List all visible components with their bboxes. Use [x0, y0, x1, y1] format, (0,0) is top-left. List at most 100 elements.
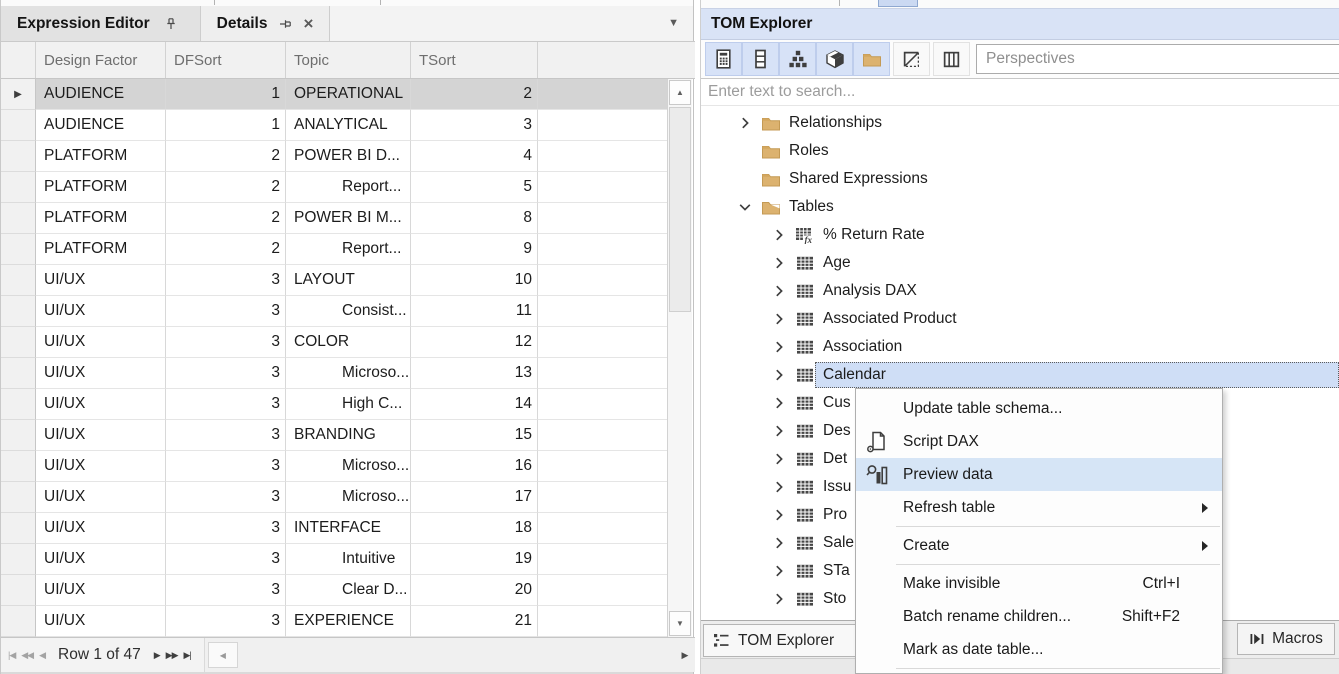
expand-chevron-icon[interactable]: [771, 311, 787, 327]
cell-tsort: 2: [411, 79, 538, 110]
table-row[interactable]: UI/UX 3 Intuitive 19: [1, 544, 667, 575]
cell-topic: POWER BI M...: [286, 203, 411, 234]
column-header-tsort[interactable]: TSort: [411, 42, 538, 78]
scroll-left-icon[interactable]: ◀: [208, 642, 238, 668]
table-row[interactable]: PLATFORM 2 Report... 9: [1, 234, 667, 265]
vertical-scrollbar[interactable]: ▲ ▼: [667, 79, 692, 637]
tab-details[interactable]: Details ×: [201, 6, 331, 41]
cell-dfsort: 3: [166, 482, 286, 513]
toolbar-button[interactable]: [893, 42, 930, 76]
scrollbar-thumb[interactable]: [669, 107, 691, 312]
menu-item[interactable]: Batch rename children... Shift+F2: [856, 600, 1222, 633]
tree-item-label: Tables: [789, 198, 840, 216]
tree-item[interactable]: Analysis DAX: [701, 277, 1339, 305]
expand-chevron-icon[interactable]: [771, 479, 787, 495]
expand-chevron-icon[interactable]: [771, 591, 787, 607]
table-row[interactable]: UI/UX 3 Microso... 16: [1, 451, 667, 482]
table-row[interactable]: UI/UX 3 Clear D... 20: [1, 575, 667, 606]
tree-item[interactable]: Shared Expressions: [701, 165, 1339, 193]
tab-expression-editor[interactable]: Expression Editor: [1, 6, 201, 41]
table-row[interactable]: UI/UX 3 BRANDING 15: [1, 420, 667, 451]
tab-macros[interactable]: Macros: [1237, 623, 1335, 655]
last-row-button[interactable]: ▶|: [181, 650, 194, 661]
column-header-design-factor[interactable]: Design Factor: [36, 42, 166, 78]
expand-chevron-icon[interactable]: [737, 115, 753, 131]
menu-item[interactable]: [896, 666, 1222, 671]
cell-topic: Report...: [286, 172, 411, 203]
expand-chevron-icon[interactable]: [771, 563, 787, 579]
expand-chevron-icon[interactable]: [737, 199, 753, 215]
scroll-up-icon[interactable]: ▲: [669, 80, 691, 105]
column-icon: [751, 49, 770, 69]
table-row[interactable]: AUDIENCE 1 ANALYTICAL 3: [1, 110, 667, 141]
horizontal-scrollbar[interactable]: ◀ ▶: [204, 638, 695, 672]
column-header-dfsort[interactable]: DFSort: [166, 42, 286, 78]
scroll-right-icon[interactable]: ▶: [677, 638, 693, 672]
toolbar-button[interactable]: [742, 42, 779, 76]
menu-item-shortcut: Ctrl+I: [1143, 575, 1180, 593]
expand-chevron-icon[interactable]: [771, 367, 787, 383]
expand-chevron-icon[interactable]: [771, 283, 787, 299]
close-icon[interactable]: ×: [304, 15, 314, 32]
tree-item[interactable]: Roles: [701, 137, 1339, 165]
search-input[interactable]: [701, 79, 1339, 105]
toolbar-button[interactable]: [779, 42, 816, 76]
table-row[interactable]: UI/UX 3 Consist... 11: [1, 296, 667, 327]
table-row[interactable]: UI/UX 3 INTERFACE 18: [1, 513, 667, 544]
toolbar-button[interactable]: [816, 42, 853, 76]
table-row[interactable]: PLATFORM 2 POWER BI M... 8: [1, 203, 667, 234]
expand-chevron-icon[interactable]: [771, 451, 787, 467]
prev-row-button[interactable]: ◀: [36, 650, 48, 661]
tree-item[interactable]: Relationships: [701, 109, 1339, 137]
expand-chevron-icon[interactable]: [771, 339, 787, 355]
table-row[interactable]: UI/UX 3 LAYOUT 10: [1, 265, 667, 296]
tree-item[interactable]: fx % Return Rate: [701, 221, 1339, 249]
expand-chevron-icon[interactable]: [737, 171, 753, 187]
tree-item[interactable]: Tables: [701, 193, 1339, 221]
tree-search-box[interactable]: [701, 78, 1339, 106]
tree-item[interactable]: Calendar: [701, 361, 1339, 389]
table-row[interactable]: UI/UX 3 COLOR 12: [1, 327, 667, 358]
column-header-topic[interactable]: Topic: [286, 42, 411, 78]
table-row[interactable]: UI/UX 3 Microso... 13: [1, 358, 667, 389]
menu-item[interactable]: Preview data: [856, 458, 1222, 491]
expand-chevron-icon[interactable]: [771, 535, 787, 551]
tree-item[interactable]: Age: [701, 249, 1339, 277]
tree-item[interactable]: Association: [701, 333, 1339, 361]
table-row[interactable]: UI/UX 3 Microso... 17: [1, 482, 667, 513]
tree-item[interactable]: Associated Product: [701, 305, 1339, 333]
tab-list-dropdown-icon[interactable]: ▼: [668, 17, 679, 29]
pin-icon[interactable]: [164, 17, 178, 31]
table-row[interactable]: UI/UX 3 EXPERIENCE 21: [1, 606, 667, 637]
expand-chevron-icon[interactable]: [771, 423, 787, 439]
expand-chevron-icon[interactable]: [737, 143, 753, 159]
menu-item[interactable]: Script DAX: [856, 425, 1222, 458]
table-row[interactable]: UI/UX 3 High C... 14: [1, 389, 667, 420]
toolbar-button[interactable]: [705, 42, 742, 76]
tab-tom-explorer[interactable]: TOM Explorer: [703, 624, 879, 657]
next-page-button[interactable]: ▶▶: [163, 650, 181, 661]
table-icon: [795, 450, 815, 468]
toolbar-button[interactable]: [853, 42, 890, 76]
unpin-icon[interactable]: [278, 17, 292, 31]
table-row[interactable]: PLATFORM 2 Report... 5: [1, 172, 667, 203]
expand-chevron-icon[interactable]: [771, 507, 787, 523]
expand-chevron-icon[interactable]: [771, 227, 787, 243]
menu-item[interactable]: Create: [856, 529, 1222, 562]
perspectives-combo[interactable]: [976, 44, 1339, 74]
menu-item[interactable]: Mark as date table...: [856, 633, 1222, 666]
menu-item[interactable]: Refresh table: [856, 491, 1222, 524]
table-row[interactable]: PLATFORM 2 POWER BI D... 4: [1, 141, 667, 172]
perspectives-input[interactable]: [977, 45, 1339, 73]
first-row-button[interactable]: |◀: [5, 650, 18, 661]
cell-topic: Intuitive: [286, 544, 411, 575]
toolbar-button[interactable]: [933, 42, 970, 76]
prev-page-button[interactable]: ◀◀: [18, 650, 36, 661]
expand-chevron-icon[interactable]: [771, 395, 787, 411]
table-row[interactable]: ▶ AUDIENCE 1 OPERATIONAL 2: [1, 79, 667, 110]
next-row-button[interactable]: ▶: [151, 650, 163, 661]
menu-item[interactable]: Make invisible Ctrl+I: [856, 567, 1222, 600]
expand-chevron-icon[interactable]: [771, 255, 787, 271]
scroll-down-icon[interactable]: ▼: [669, 611, 691, 636]
menu-item[interactable]: Update table schema...: [856, 392, 1222, 425]
